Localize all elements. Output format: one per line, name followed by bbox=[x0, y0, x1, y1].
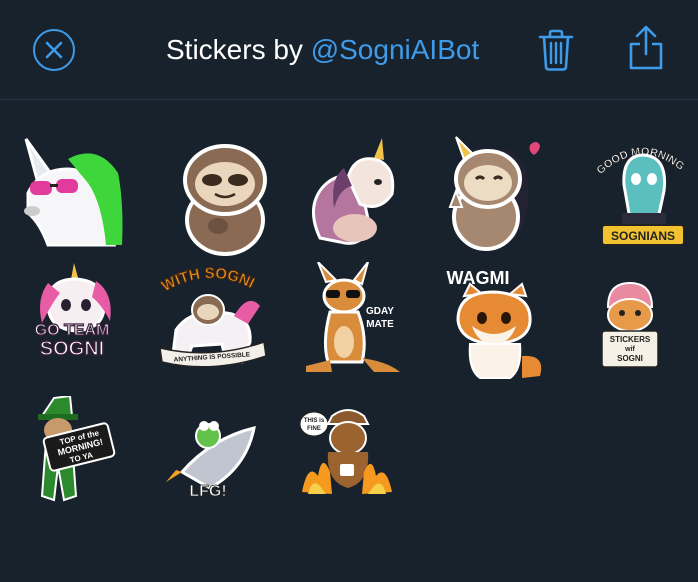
go-team-sticker-art: GO TEAM SOGNI bbox=[34, 263, 111, 361]
sticker-with-sogni[interactable]: WITH SOGNI ANYTHING IS POSSIBLE bbox=[152, 266, 270, 384]
sticker-caption: SOGNI bbox=[40, 338, 104, 360]
delete-button[interactable] bbox=[537, 28, 575, 72]
sloth-sticker-art bbox=[183, 144, 267, 256]
close-icon bbox=[45, 41, 63, 59]
unicorn-purple-sticker-art bbox=[312, 138, 395, 245]
sticker-caption: STICKERS bbox=[610, 335, 651, 344]
this-is-fine-sticker-art: THIS is FINE bbox=[299, 409, 392, 494]
sticker-caption: FINE bbox=[307, 426, 321, 432]
unicorn-sunglasses-sticker-art bbox=[24, 138, 123, 247]
sticker-grid: GOOD MORNING SOGNIANS GO TEAM SOGNI WITH… bbox=[0, 100, 698, 582]
sticker-caption: WAGMI bbox=[447, 268, 510, 288]
close-button[interactable] bbox=[33, 29, 75, 71]
sticker-caption: GDAY bbox=[366, 306, 394, 317]
header-bar: Stickers by @SogniAIBot bbox=[0, 0, 698, 100]
sticker-top-of-the-morning[interactable]: TOP of the MORNING! TO YA bbox=[32, 396, 116, 514]
lfg-rocket-sticker-art: LFG! bbox=[166, 421, 256, 500]
sticker-kangaroo-gday[interactable]: GDAY MATE bbox=[296, 262, 406, 380]
share-icon bbox=[629, 25, 663, 70]
sticker-caption: WITH SOGNI bbox=[158, 266, 257, 296]
good-morning-sticker-art: GOOD MORNING SOGNIANS bbox=[594, 146, 687, 246]
sticker-caption: LFG! bbox=[189, 483, 226, 500]
svg-text:WITH SOGNI: WITH SOGNI bbox=[159, 266, 257, 295]
wagmi-sticker-art: WAGMI bbox=[447, 268, 542, 379]
title-prefix: Stickers by bbox=[166, 34, 311, 65]
page-title: Stickers by @SogniAIBot bbox=[166, 30, 479, 70]
sticker-wagmi[interactable]: WAGMI bbox=[440, 266, 550, 384]
sticker-caption: MATE bbox=[366, 319, 394, 330]
kangaroo-sticker-art: GDAY MATE bbox=[306, 262, 400, 372]
sticker-unicorn-purple[interactable] bbox=[300, 138, 410, 256]
sticker-lfg-rocket[interactable]: LFG! bbox=[162, 402, 262, 502]
trash-icon bbox=[538, 29, 574, 71]
sloth-unicorn-sticker-art bbox=[448, 136, 540, 251]
sticker-good-morning-sognians[interactable]: GOOD MORNING SOGNIANS bbox=[588, 135, 698, 253]
sticker-this-is-fine[interactable]: THIS is FINE bbox=[298, 402, 396, 498]
sticker-caption: SOGNIANS bbox=[611, 229, 675, 243]
leprechaun-sticker-art: TOP of the MORNING! TO YA bbox=[38, 396, 116, 502]
with-sogni-sticker-art: WITH SOGNI ANYTHING IS POSSIBLE bbox=[158, 266, 267, 368]
sticker-stickers-wif-sogni[interactable]: STICKERS wif SOGNI bbox=[594, 277, 666, 373]
sticker-sloth-unicorn[interactable] bbox=[436, 135, 546, 253]
sticker-caption: SOGNI bbox=[617, 354, 643, 363]
sticker-sloth-thumb[interactable] bbox=[170, 140, 280, 258]
sticker-caption: wif bbox=[624, 346, 635, 353]
bot-handle-link[interactable]: @SogniAIBot bbox=[311, 34, 480, 65]
sticker-caption: GO TEAM bbox=[35, 322, 110, 339]
sticker-caption: THIS is bbox=[304, 418, 325, 424]
sticker-go-team-sogni[interactable]: GO TEAM SOGNI bbox=[26, 263, 136, 381]
share-button[interactable] bbox=[626, 24, 666, 72]
stickers-wif-sogni-sticker-art: STICKERS wif SOGNI bbox=[601, 281, 659, 368]
sticker-unicorn-sunglasses[interactable] bbox=[18, 133, 128, 251]
